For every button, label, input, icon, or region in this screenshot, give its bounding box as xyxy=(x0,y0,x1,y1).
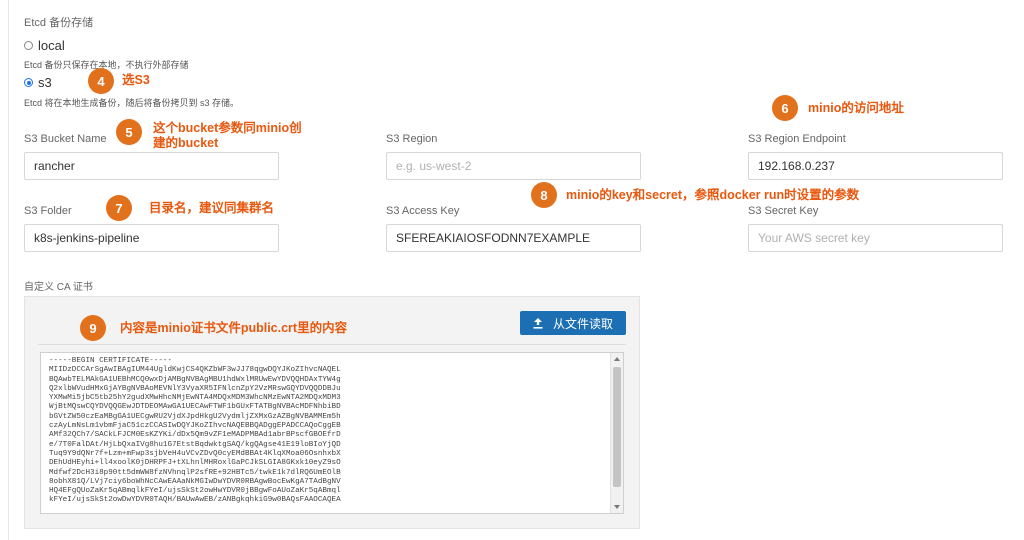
certificate-line: DEhUdHEyhi+ll4xoolK0jDHRPFJ+tXLhnlMHRoxl… xyxy=(49,459,341,468)
radio-local-label[interactable]: local xyxy=(38,38,65,53)
certificate-line: kFYeI/ujsSkSt2owDwYDVR0TAQH/BAUwAwEB/zAN… xyxy=(49,496,341,505)
read-from-file-button[interactable]: 从文件读取 xyxy=(520,311,626,335)
annotation-badge-7: 7 xyxy=(106,195,132,221)
certificate-line: czAyLmNsLm1vbmFjaC51czCCASIwDQYJKoZIhvcN… xyxy=(49,422,341,431)
annotation-text-6: minio的访问地址 xyxy=(808,101,904,115)
certificate-line: YXMwMi5jbC5tb25hY2gudXMwHhcNMjEwNTA4MDQx… xyxy=(49,394,341,403)
textarea-scrollbar[interactable] xyxy=(610,353,623,513)
certificate-line: AMf32QCh7/SACkLFJCM0EsKZYKi/dDx5Qm9vZF1e… xyxy=(49,431,341,440)
radio-local[interactable]: local xyxy=(24,38,65,53)
access-key-label: S3 Access Key xyxy=(386,205,460,217)
certificate-line: MIIDzDCCArSgAwIBAgIUM44UgldKwjCS4QKZbWF3… xyxy=(49,366,341,375)
ca-certificate-textarea[interactable]: -----BEGIN CERTIFICATE----- MIIDzDCCArSgA… xyxy=(40,352,624,514)
read-from-file-label: 从文件读取 xyxy=(552,316,613,331)
access-key-value: SFEREAKIAIOSFODNN7EXAMPLE xyxy=(396,231,591,245)
endpoint-input[interactable]: 192.168.0.237 xyxy=(748,152,1003,180)
ca-label: 自定义 CA 证书 xyxy=(24,282,93,293)
ca-certificate-text: -----BEGIN CERTIFICATE----- MIIDzDCCArSgA… xyxy=(49,357,607,506)
annotation-badge-8: 8 xyxy=(531,182,557,208)
scroll-up-arrow-icon[interactable] xyxy=(614,357,620,361)
region-input[interactable]: e.g. us-west-2 xyxy=(386,152,641,180)
secret-key-input[interactable]: Your AWS secret key xyxy=(748,224,1003,252)
bucket-name-label: S3 Bucket Name xyxy=(24,133,107,145)
folder-input[interactable]: k8s-jenkins-pipeline xyxy=(24,224,279,252)
annotation-text-8: minio的key和secret，参照docker run时设置的参数 xyxy=(566,188,860,202)
annotation-text-4: 选S3 xyxy=(122,73,150,87)
annotation-text-5-line1: 这个bucket参数同minio创 xyxy=(153,121,302,135)
radio-s3-indicator[interactable] xyxy=(24,78,33,87)
certificate-line: bGVtZW50czEaMBgGA1UECgwRU2VjdXJpdHkgU2Vy… xyxy=(49,412,341,421)
certificate-line: WjBtMQswCQYDVQQGEwJDTDEOMAwGA1UECAwFTWF1… xyxy=(49,403,341,412)
certificate-line: Tuq9Y9dQNr7f+Lzm+mFwp3sjbVeH4uVCvZDvQ0cy… xyxy=(49,449,341,458)
radio-local-indicator[interactable] xyxy=(24,41,33,50)
s3-help-text: Etcd 将在本地生成备份，随后将备份拷贝到 s3 存储。 xyxy=(24,98,240,108)
certificate-line: -----BEGIN CERTIFICATE----- xyxy=(49,357,173,365)
certificate-line: e/7T0FalDAt/HjLbQxaIVg8hu1G7EtstBqdwktgS… xyxy=(49,440,341,449)
certificate-line: Mdfwf2DcH3i8p90tt5dmWW8fzNVhnqlP2sfRE+92… xyxy=(49,468,341,477)
endpoint-value: 192.168.0.237 xyxy=(758,159,835,173)
folder-value: k8s-jenkins-pipeline xyxy=(34,231,140,245)
upload-icon xyxy=(533,317,543,329)
region-label: S3 Region xyxy=(386,133,438,145)
annotation-badge-5: 5 xyxy=(116,119,142,145)
secret-key-placeholder: Your AWS secret key xyxy=(758,231,870,245)
annotation-text-9: 内容是minio证书文件public.crt里的内容 xyxy=(120,321,348,335)
certificate-line: HQ4EFgQUoZaKr5qABmqlkFYeI/ujsSkSt2owHwYD… xyxy=(49,487,341,496)
left-border xyxy=(8,0,9,540)
region-placeholder: e.g. us-west-2 xyxy=(396,159,472,173)
annotation-text-7: 目录名，建议同集群名 xyxy=(149,201,275,215)
endpoint-label: S3 Region Endpoint xyxy=(748,133,846,145)
certificate-line: 8obhX81Q/LVj7ciy6boWhNcCAwEAAaNkMGIwDwYD… xyxy=(49,477,341,486)
bucket-name-value: rancher xyxy=(34,159,75,173)
annotation-badge-4: 4 xyxy=(88,68,114,94)
annotation-text-5-line2: 建的bucket xyxy=(153,136,219,150)
backup-section-title: Etcd 备份存储 xyxy=(24,17,94,29)
bucket-name-input[interactable]: rancher xyxy=(24,152,279,180)
scroll-thumb[interactable] xyxy=(613,367,621,487)
ca-divider xyxy=(38,344,626,345)
secret-key-label: S3 Secret Key xyxy=(748,205,819,217)
annotation-badge-9: 9 xyxy=(80,315,106,341)
scroll-down-arrow-icon[interactable] xyxy=(614,505,620,509)
folder-label: S3 Folder xyxy=(24,205,72,217)
access-key-input[interactable]: SFEREAKIAIOSFODNN7EXAMPLE xyxy=(386,224,641,252)
annotation-badge-6: 6 xyxy=(772,95,798,121)
certificate-line: Q2xlbWVudHMxGjAYBgNVBAoMEVNlY3VyaXR5IFNl… xyxy=(49,384,341,393)
radio-s3[interactable]: s3 xyxy=(24,75,52,90)
radio-s3-label[interactable]: s3 xyxy=(38,75,52,90)
certificate-line: BQAwbTELMAkGA1UEBhMCQ0wxDjAMBgNVBAgMBU1h… xyxy=(49,375,341,384)
